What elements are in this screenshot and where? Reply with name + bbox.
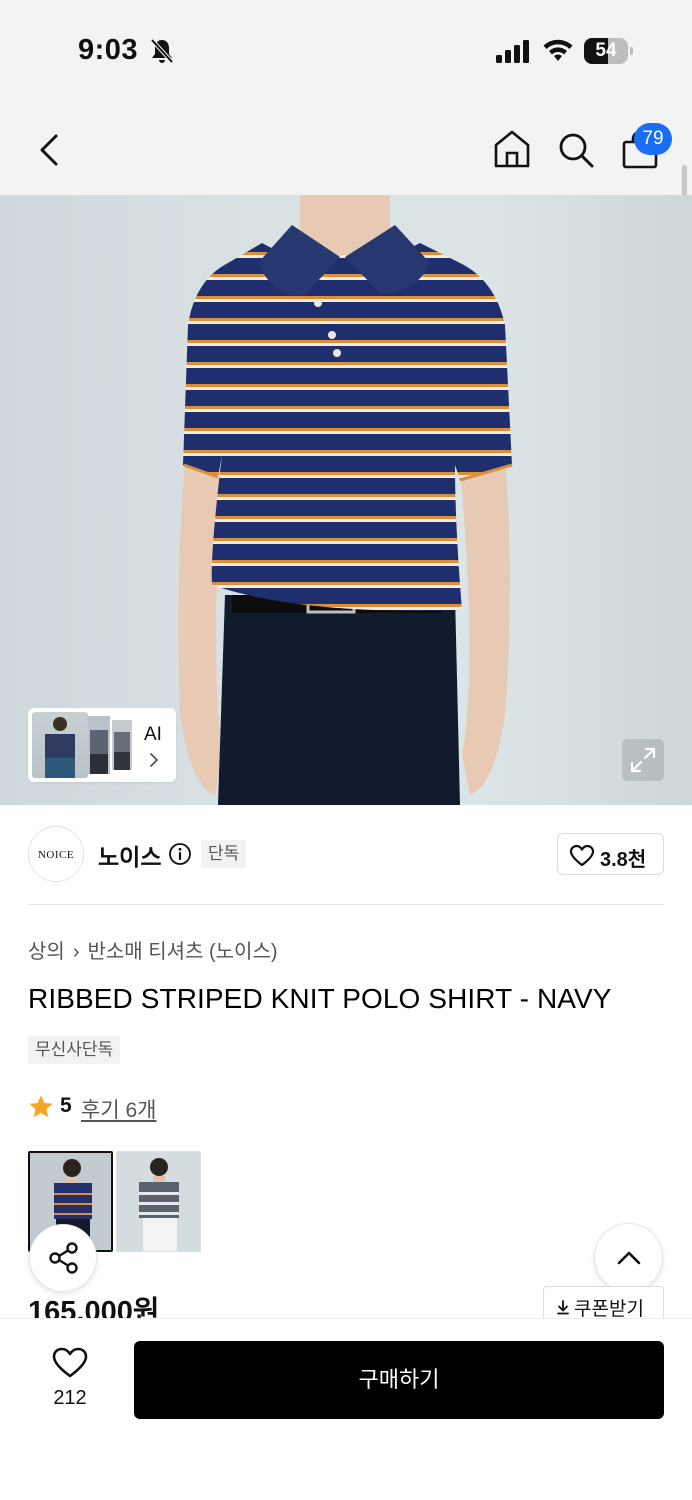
heart-outline-icon[interactable] xyxy=(51,1346,89,1380)
ai-thumbnail xyxy=(112,720,132,770)
brand-logo[interactable]: NOICE xyxy=(28,826,84,882)
share-button[interactable] xyxy=(29,1224,97,1292)
signal-icon xyxy=(496,40,529,63)
home-icon[interactable] xyxy=(492,128,532,170)
battery-icon: 54 xyxy=(584,38,633,64)
breadcrumb-item[interactable]: 상의 xyxy=(28,941,65,963)
search-icon[interactable] xyxy=(556,130,596,170)
exclusive-badge: 단독 xyxy=(201,840,247,868)
chevron-right-icon: › xyxy=(72,941,80,963)
status-bar: 9:03 54 xyxy=(0,0,692,100)
section-divider xyxy=(28,904,664,905)
ai-style-card[interactable]: AI xyxy=(28,708,176,782)
buy-button[interactable]: 구매하기 xyxy=(134,1341,664,1419)
expand-image-button[interactable] xyxy=(622,739,664,781)
ai-label: AI xyxy=(144,724,162,745)
review-count-link[interactable]: 후기 6개 xyxy=(81,1094,156,1124)
ai-thumbnail xyxy=(32,712,88,778)
wifi-icon xyxy=(543,39,573,61)
chevron-up-icon xyxy=(617,1251,641,1265)
brand-like-button[interactable]: 3.8천 xyxy=(557,833,664,875)
brand-name[interactable]: 노이스 xyxy=(98,838,161,872)
exclusive-tag: 무신사단독 xyxy=(28,1036,121,1064)
ai-thumbnail xyxy=(88,716,110,774)
rating-value: 5 xyxy=(60,1094,72,1117)
top-nav-bar xyxy=(0,100,692,195)
battery-level: 54 xyxy=(595,40,617,61)
scroll-to-top-button[interactable] xyxy=(594,1223,663,1292)
breadcrumb: 상의 › 반소매 티셔츠 (노이스) xyxy=(28,935,278,964)
status-time: 9:03 xyxy=(78,34,139,66)
bell-slash-icon xyxy=(150,38,174,64)
brand-like-count: 3.8천 xyxy=(600,849,647,871)
share-icon xyxy=(49,1242,78,1274)
info-icon[interactable] xyxy=(168,842,192,866)
color-variant-grey[interactable] xyxy=(116,1151,201,1252)
chevron-right-icon xyxy=(150,753,159,767)
cart-count-badge: 79 xyxy=(634,123,672,155)
back-chevron-icon[interactable] xyxy=(34,130,64,170)
product-title: RIBBED STRIPED KNIT POLO SHIRT - NAVY xyxy=(28,983,612,1014)
download-icon xyxy=(557,1300,569,1315)
heart-outline-icon xyxy=(569,844,595,867)
star-icon xyxy=(29,1095,53,1118)
breadcrumb-item[interactable]: 반소매 티셔츠 (노이스) xyxy=(87,941,277,963)
expand-icon xyxy=(630,747,656,773)
wishlist-count: 212 xyxy=(53,1387,87,1409)
coupon-label: 쿠폰받기 xyxy=(574,1299,644,1320)
